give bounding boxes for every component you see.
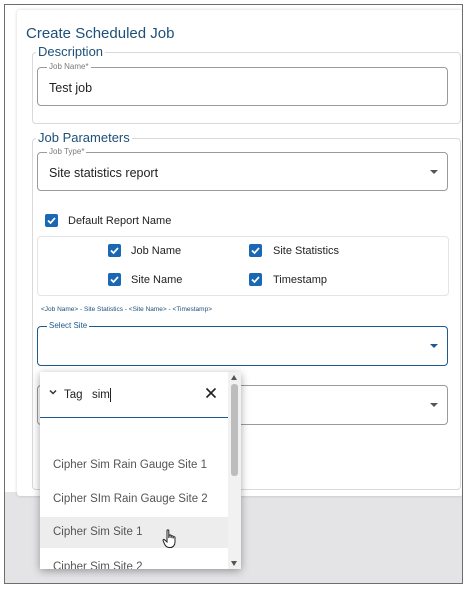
default-report-name-label: Default Report Name [68, 215, 172, 227]
check-icon [251, 276, 260, 284]
close-icon[interactable] [205, 387, 217, 399]
job-name-value: Test job [49, 81, 93, 95]
text-cursor [110, 388, 111, 402]
site-dropdown: Tag sim Cipher Sim Rain Gauge Site 1 Cip… [40, 372, 241, 569]
site-search-bar[interactable]: Tag sim [40, 372, 228, 418]
dialog-title: Create Scheduled Job [26, 25, 175, 42]
timestamp-part-label: Timestamp [273, 274, 327, 286]
timestamp-part-checkbox[interactable] [249, 273, 262, 286]
site-name-part-checkbox[interactable] [108, 273, 121, 286]
site-statistics-part-checkbox[interactable] [249, 244, 262, 257]
job-name-field[interactable]: Job Name* Test job [37, 61, 448, 106]
job-type-value: Site statistics report [49, 166, 159, 180]
select-site-field[interactable]: Select Site [37, 320, 448, 366]
dropdown-scrollbar[interactable] [228, 372, 241, 569]
filter-field-label[interactable]: Tag [64, 389, 83, 401]
report-name-preview: <Job Name> - Site Statistics - <Site Nam… [41, 306, 212, 313]
chevron-down-icon[interactable] [430, 169, 438, 174]
dialog-window: Create Scheduled Job Description Job Nam… [4, 4, 463, 584]
scroll-up-icon[interactable] [231, 375, 237, 380]
site-name-part-label: Site Name [131, 274, 183, 286]
job-name-part-label: Job Name [131, 245, 182, 257]
check-icon [110, 247, 119, 255]
parameters-legend: Job Parameters [36, 130, 132, 145]
site-option[interactable]: Cipher SIm Rain Gauge Site 2 [40, 484, 228, 515]
site-statistics-part-label: Site Statistics [273, 245, 340, 257]
scroll-down-icon[interactable] [231, 561, 237, 566]
job-type-select[interactable]: Job Type* Site statistics report [37, 146, 448, 191]
default-report-name-checkbox[interactable] [45, 214, 58, 227]
select-site-label: Select Site [47, 320, 90, 332]
site-option[interactable]: Cipher Sim Site 2 [40, 552, 228, 569]
job-name-part-checkbox[interactable] [108, 244, 121, 257]
chevron-down-icon[interactable] [430, 403, 438, 407]
chevron-down-icon[interactable] [430, 344, 438, 348]
job-name-label: Job Name* [47, 61, 91, 73]
job-type-label: Job Type* [47, 146, 87, 158]
check-icon [110, 276, 119, 284]
description-legend: Description [36, 44, 106, 59]
site-option[interactable]: Cipher Sim Site 1 [40, 517, 228, 548]
check-icon [251, 247, 260, 255]
chevron-down-icon[interactable] [49, 388, 57, 396]
name-parts-box [37, 236, 449, 296]
scrollbar-thumb[interactable] [231, 384, 238, 476]
site-search-input[interactable]: sim [92, 389, 110, 401]
site-option[interactable]: Cipher Sim Rain Gauge Site 1 [40, 450, 228, 481]
check-icon [47, 217, 56, 225]
hand-pointer-icon [162, 529, 176, 548]
